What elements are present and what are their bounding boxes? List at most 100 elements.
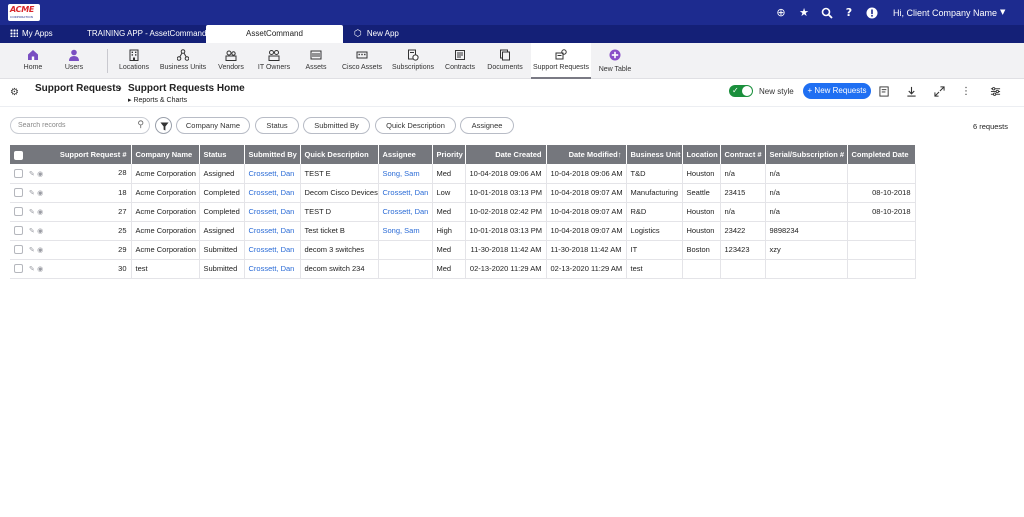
cell-submitted-by[interactable]: Crossett, Dan <box>244 202 301 222</box>
cell-submitted-by[interactable]: Crossett, Dan <box>244 259 301 279</box>
more-options-icon[interactable]: ⋮ <box>960 86 972 98</box>
filter-button[interactable] <box>155 117 172 134</box>
pencil-icon[interactable]: ✎ <box>29 265 35 273</box>
reports-charts-link[interactable]: ▸ Reports & Charts <box>128 96 187 104</box>
pencil-icon[interactable]: ✎ <box>29 246 35 254</box>
gear-icon[interactable]: ⚙ <box>10 87 19 98</box>
breadcrumb-parent[interactable]: Support Requests <box>35 83 121 94</box>
pencil-icon[interactable]: ✎ <box>29 170 35 178</box>
chip-company-name[interactable]: Company Name <box>176 117 250 134</box>
eye-icon[interactable]: ◉ <box>37 189 43 197</box>
row-checkbox[interactable] <box>14 245 23 255</box>
col-support-request-number[interactable]: Support Request # <box>10 145 132 164</box>
new-app-tab[interactable]: ⬡ New App <box>354 25 399 43</box>
chip-assignee[interactable]: Assignee <box>460 117 514 134</box>
select-all-checkbox[interactable] <box>14 150 23 160</box>
col-serial-subscription[interactable]: Serial/Subscription # <box>765 145 848 164</box>
module-new-table[interactable]: New Table <box>596 43 634 79</box>
row-checkbox[interactable] <box>14 264 23 274</box>
col-priority[interactable]: Priority <box>432 145 466 164</box>
col-date-created[interactable]: Date Created <box>465 145 547 164</box>
module-support-requests[interactable]: Support Requests <box>531 43 591 79</box>
search-icon[interactable] <box>821 7 833 19</box>
favorites-star-icon[interactable]: ★ <box>798 7 810 19</box>
chip-quick-description[interactable]: Quick Description <box>375 117 456 134</box>
table-row[interactable]: ✎ ◉ 18 Acme Corporation Completed Crossett, … <box>10 183 916 203</box>
eye-icon[interactable]: ◉ <box>37 170 43 178</box>
row-checkbox[interactable] <box>14 207 23 217</box>
col-completed-date[interactable]: Completed Date <box>847 145 916 164</box>
col-status[interactable]: Status <box>199 145 245 164</box>
module-it-owners[interactable]: IT Owners <box>255 43 293 79</box>
eye-icon[interactable]: ◉ <box>37 246 43 254</box>
company-logo[interactable]: ACME CORPORATION <box>8 4 40 21</box>
search-input[interactable] <box>18 120 130 131</box>
edit-note-icon[interactable] <box>878 86 890 98</box>
download-icon[interactable] <box>905 86 917 98</box>
cell-submitted-by[interactable]: Crossett, Dan <box>244 183 301 203</box>
module-users[interactable]: Users <box>56 43 92 79</box>
col-submitted-by[interactable]: Submitted By <box>244 145 301 164</box>
cell-submitted-by[interactable]: Crossett, Dan <box>244 240 301 260</box>
new-requests-button[interactable]: + New Requests <box>803 83 871 99</box>
cell-assignee[interactable]: Crossett, Dan <box>378 183 433 203</box>
eye-icon[interactable]: ◉ <box>37 227 43 235</box>
request-number[interactable]: 28 <box>118 168 126 177</box>
module-home[interactable]: Home <box>14 43 52 79</box>
module-locations[interactable]: Locations <box>116 43 152 79</box>
table-row[interactable]: ✎ ◉ 30 test Submitted Crossett, Dan decom swi… <box>10 259 916 279</box>
col-assignee[interactable]: Assignee <box>378 145 433 164</box>
search-icon[interactable]: ⚲ <box>137 120 144 130</box>
add-icon[interactable]: ⊕ <box>775 7 787 19</box>
col-contract-number[interactable]: Contract # <box>720 145 766 164</box>
settings-sliders-icon[interactable] <box>989 86 1001 98</box>
col-date-modified[interactable]: Date Modified↑ <box>546 145 627 164</box>
logo-text: ACME <box>10 5 35 14</box>
eye-icon[interactable]: ◉ <box>37 265 43 273</box>
expand-icon[interactable] <box>933 86 945 98</box>
request-number[interactable]: 18 <box>118 188 126 197</box>
module-business-units[interactable]: Business Units <box>158 43 208 79</box>
request-number[interactable]: 30 <box>118 264 126 273</box>
training-app-tab[interactable]: TRAINING APP - AssetCommand <box>87 25 206 43</box>
cell-assignee[interactable]: Song, Sam <box>378 164 433 184</box>
module-cisco-assets[interactable]: Cisco Assets <box>340 43 384 79</box>
module-assets[interactable]: Assets <box>300 43 332 79</box>
row-checkbox[interactable] <box>14 188 23 198</box>
chip-submitted-by[interactable]: Submitted By <box>303 117 370 134</box>
col-company-name[interactable]: Company Name <box>131 145 200 164</box>
row-checkbox[interactable] <box>14 169 23 178</box>
cell-assignee[interactable]: Song, Sam <box>378 221 433 241</box>
col-quick-description[interactable]: Quick Description <box>300 145 379 164</box>
module-contracts[interactable]: Contracts <box>442 43 478 79</box>
my-apps-tab[interactable]: My Apps <box>10 25 53 43</box>
chevron-down-icon[interactable]: ▼ <box>1000 8 1005 16</box>
pencil-icon[interactable]: ✎ <box>29 189 35 197</box>
assetcommand-tab[interactable]: AssetCommand <box>206 25 343 43</box>
cell-completed-date <box>847 259 916 279</box>
request-number[interactable]: 27 <box>118 207 126 216</box>
request-number[interactable]: 25 <box>118 226 126 235</box>
new-style-toggle[interactable]: ✓ <box>729 85 753 97</box>
eye-icon[interactable]: ◉ <box>37 208 43 216</box>
row-checkbox[interactable] <box>14 226 23 236</box>
request-number[interactable]: 29 <box>118 245 126 254</box>
module-subscriptions[interactable]: Subscriptions <box>390 43 436 79</box>
user-name-menu[interactable]: Hi, Client Company Name <box>893 8 997 18</box>
pencil-icon[interactable]: ✎ <box>29 208 35 216</box>
module-documents[interactable]: Documents <box>484 43 526 79</box>
chip-status[interactable]: Status <box>255 117 299 134</box>
cell-submitted-by[interactable]: Crossett, Dan <box>244 221 301 241</box>
pencil-icon[interactable]: ✎ <box>29 227 35 235</box>
help-icon[interactable]: ? <box>843 7 855 19</box>
cell-submitted-by[interactable]: Crossett, Dan <box>244 164 301 184</box>
col-business-unit[interactable]: Business Unit <box>626 145 683 164</box>
col-location[interactable]: Location <box>682 145 721 164</box>
table-row[interactable]: ✎ ◉ 29 Acme Corporation Submitted Crossett, … <box>10 240 916 260</box>
table-row[interactable]: ✎ ◉ 25 Acme Corporation Assigned Crossett, D… <box>10 221 916 241</box>
table-row[interactable]: ✎ ◉ 28 Acme Corporation Assigned Crossett, D… <box>10 164 916 184</box>
alert-icon[interactable] <box>866 7 878 19</box>
module-vendors[interactable]: Vendors <box>213 43 249 79</box>
table-row[interactable]: ✎ ◉ 27 Acme Corporation Completed Crossett, … <box>10 202 916 222</box>
cell-assignee[interactable]: Crossett, Dan <box>378 202 433 222</box>
